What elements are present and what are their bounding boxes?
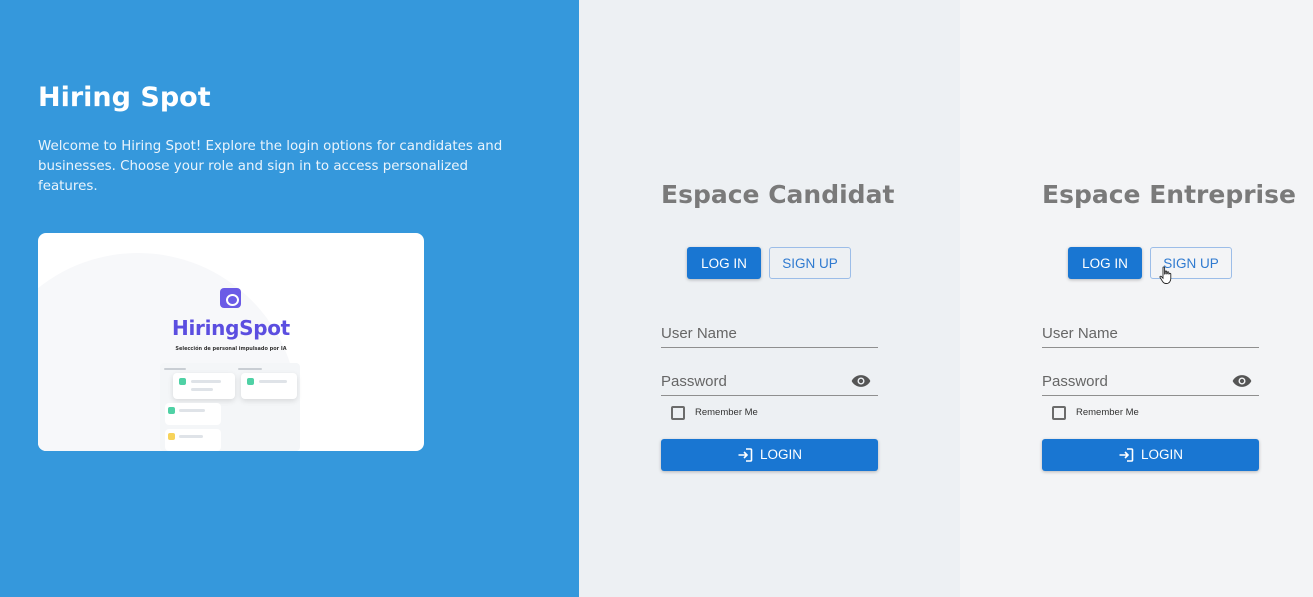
company-remember-checkbox[interactable] [1052,406,1066,420]
preview-card [241,373,297,399]
preview-line [191,388,213,391]
candidate-username-input[interactable] [661,320,846,346]
candidate-password-input[interactable] [661,368,846,394]
login-arrow-icon [1119,447,1134,462]
preview-column-header [238,368,262,370]
candidate-title: Espace Candidat [661,180,895,209]
hero-title: Hiring Spot [38,82,211,113]
company-login-tab[interactable]: LOG IN [1068,247,1142,279]
preview-card [173,373,235,399]
candidate-username-field [661,320,878,348]
candidate-login-tab[interactable]: LOG IN [687,247,761,279]
company-username-field [1042,320,1259,348]
preview-line [179,435,203,438]
company-remember-label: Remember Me [1076,407,1139,418]
hand-cursor-icon [1159,266,1172,284]
preview-status-dot [247,378,254,385]
candidate-remember-label: Remember Me [695,407,758,418]
company-password-field [1042,368,1259,396]
preview-column-header [164,368,186,370]
company-panel: Espace Entreprise LOG IN SIGN UP Remembe… [960,0,1313,597]
preview-tagline: Selección de personal impulsado por IA [175,346,287,352]
eye-icon[interactable] [851,374,871,388]
candidate-login-button[interactable]: LOGIN [661,439,878,471]
company-username-input[interactable] [1042,320,1227,346]
preview-brand: HiringSpot [172,316,290,340]
preview-line [179,409,205,412]
login-arrow-icon [738,447,753,462]
preview-status-dot [168,407,175,414]
preview-status-dot [179,378,186,385]
eye-icon[interactable] [1232,374,1252,388]
company-password-input[interactable] [1042,368,1227,394]
candidate-password-field [661,368,878,396]
candidate-panel: Espace Candidat LOG IN SIGN UP Remember … [579,0,960,597]
hero-panel: Hiring Spot Welcome to Hiring Spot! Expl… [0,0,579,597]
company-login-button[interactable]: LOGIN [1042,439,1259,471]
candidate-login-label: LOGIN [759,447,802,463]
preview-card [165,429,221,451]
preview-status-dot [168,433,175,440]
hiringspot-logo-icon [220,288,241,308]
preview-card [165,403,221,425]
company-login-label: LOGIN [1140,447,1183,463]
preview-line [259,380,287,383]
preview-line [191,380,221,383]
app-preview-image: HiringSpot Selección de personal impulsa… [38,233,424,451]
company-title: Espace Entreprise [1042,180,1296,209]
hero-description: Welcome to Hiring Spot! Explore the logi… [38,139,503,194]
candidate-signup-tab[interactable]: SIGN UP [769,247,851,279]
candidate-remember-checkbox[interactable] [671,406,685,420]
